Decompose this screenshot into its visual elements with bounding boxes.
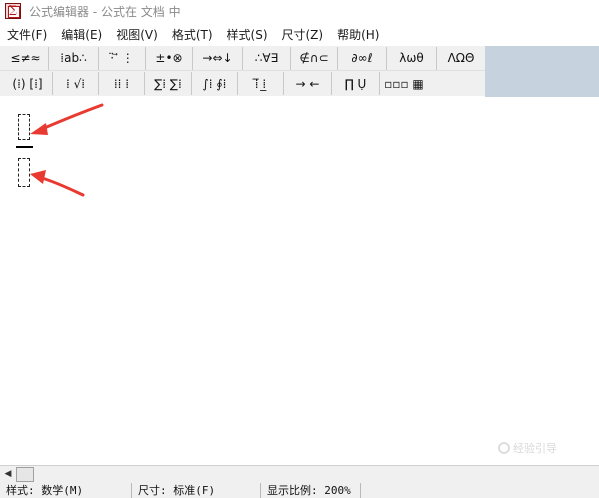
- status-style: 样式: 数学(M): [6, 484, 84, 497]
- matrix-templates-button[interactable]: ▫▫▫ ▦: [380, 72, 428, 95]
- watermark-text: 经验引导: [513, 442, 557, 455]
- fraction-bar: [16, 146, 33, 148]
- window-title: 公式编辑器 - 公式在 文档 中: [29, 4, 181, 19]
- greek-uppercase-palette-button[interactable]: ΛΩΘ: [437, 47, 485, 70]
- scroll-left-arrow-icon[interactable]: ◀: [2, 468, 14, 481]
- scroll-thumb[interactable]: [16, 467, 34, 482]
- watermark-logo-icon: [498, 442, 510, 454]
- symbol-palette-toolbar: ≤≠≈ ⁞ab∴ ·̈ ⃗ ⋮ ±•⊗ →⇔↓ ∴∀∃ ∉∩⊂ ∂∞ℓ λωθ …: [0, 46, 485, 71]
- fraction-radical-templates-button[interactable]: ⁞ √⁞: [53, 72, 99, 95]
- menu-size[interactable]: 尺寸(Z): [275, 24, 331, 46]
- menu-help[interactable]: 帮助(H): [330, 24, 386, 46]
- fence-templates-button[interactable]: (⁞) [⁞]: [3, 72, 53, 95]
- equation-editing-area[interactable]: [0, 97, 599, 465]
- labeled-arrow-templates-button[interactable]: → ←: [284, 72, 332, 95]
- embellishments-palette-button[interactable]: ·̈ ⃗ ⋮: [99, 46, 146, 70]
- integral-templates-button[interactable]: ∫⁞ ∮⁞: [192, 72, 238, 95]
- relations-palette-button[interactable]: ≤≠≈: [3, 46, 49, 70]
- menu-format[interactable]: 格式(T): [165, 24, 220, 46]
- menu-style[interactable]: 样式(S): [220, 24, 275, 46]
- spaces-palette-button[interactable]: ⁞ab∴: [49, 46, 99, 70]
- menu-edit[interactable]: 编辑(E): [54, 24, 109, 46]
- template-palette-toolbar: (⁞) [⁞] ⁞ √⁞ ⁞⁞ ⁞ ∑⁞ ∑⁞ ∫⁞ ∮⁞ ⁞̅ ⁞̲ → ← …: [0, 71, 485, 96]
- red-arrow-pointing-denominator: [30, 170, 85, 197]
- arrows-palette-button[interactable]: →⇔↓: [193, 46, 243, 70]
- logic-palette-button[interactable]: ∴∀∃: [243, 46, 291, 70]
- horizontal-scrollbar[interactable]: ◀: [0, 465, 599, 483]
- toolbar-empty-area: [485, 46, 599, 97]
- status-zoom: 显示比例: 200%: [260, 483, 360, 498]
- equation-editor-app-icon[interactable]: [5, 3, 21, 19]
- summation-templates-button[interactable]: ∑⁞ ∑⁞: [145, 72, 192, 95]
- product-templates-button[interactable]: ∏ Ụ: [332, 72, 380, 95]
- menu-bar: 文件(F) 编辑(E) 视图(V) 格式(T) 样式(S) 尺寸(Z) 帮助(H…: [0, 24, 599, 46]
- red-arrow-pointing-numerator: [30, 103, 104, 135]
- operators-palette-button[interactable]: ±•⊗: [146, 46, 193, 70]
- watermark: 经验引导: [498, 440, 557, 456]
- set-theory-palette-button[interactable]: ∉∩⊂: [291, 46, 338, 70]
- status-empty: [360, 483, 599, 498]
- underbar-overbar-templates-button[interactable]: ⁞̅ ⁞̲: [238, 72, 284, 95]
- subscript-templates-button[interactable]: ⁞⁞ ⁞: [99, 72, 145, 95]
- status-bar: 样式: 数学(M) 尺寸: 标准(F) 显示比例: 200%: [0, 483, 599, 498]
- menu-view[interactable]: 视图(V): [109, 24, 165, 46]
- status-size: 尺寸: 标准(F): [131, 483, 260, 498]
- greek-lowercase-palette-button[interactable]: λωθ: [387, 46, 437, 70]
- misc-symbols-palette-button[interactable]: ∂∞ℓ: [338, 46, 387, 70]
- menu-file[interactable]: 文件(F): [0, 24, 54, 46]
- title-bar: 公式编辑器 - 公式在 文档 中: [0, 0, 599, 22]
